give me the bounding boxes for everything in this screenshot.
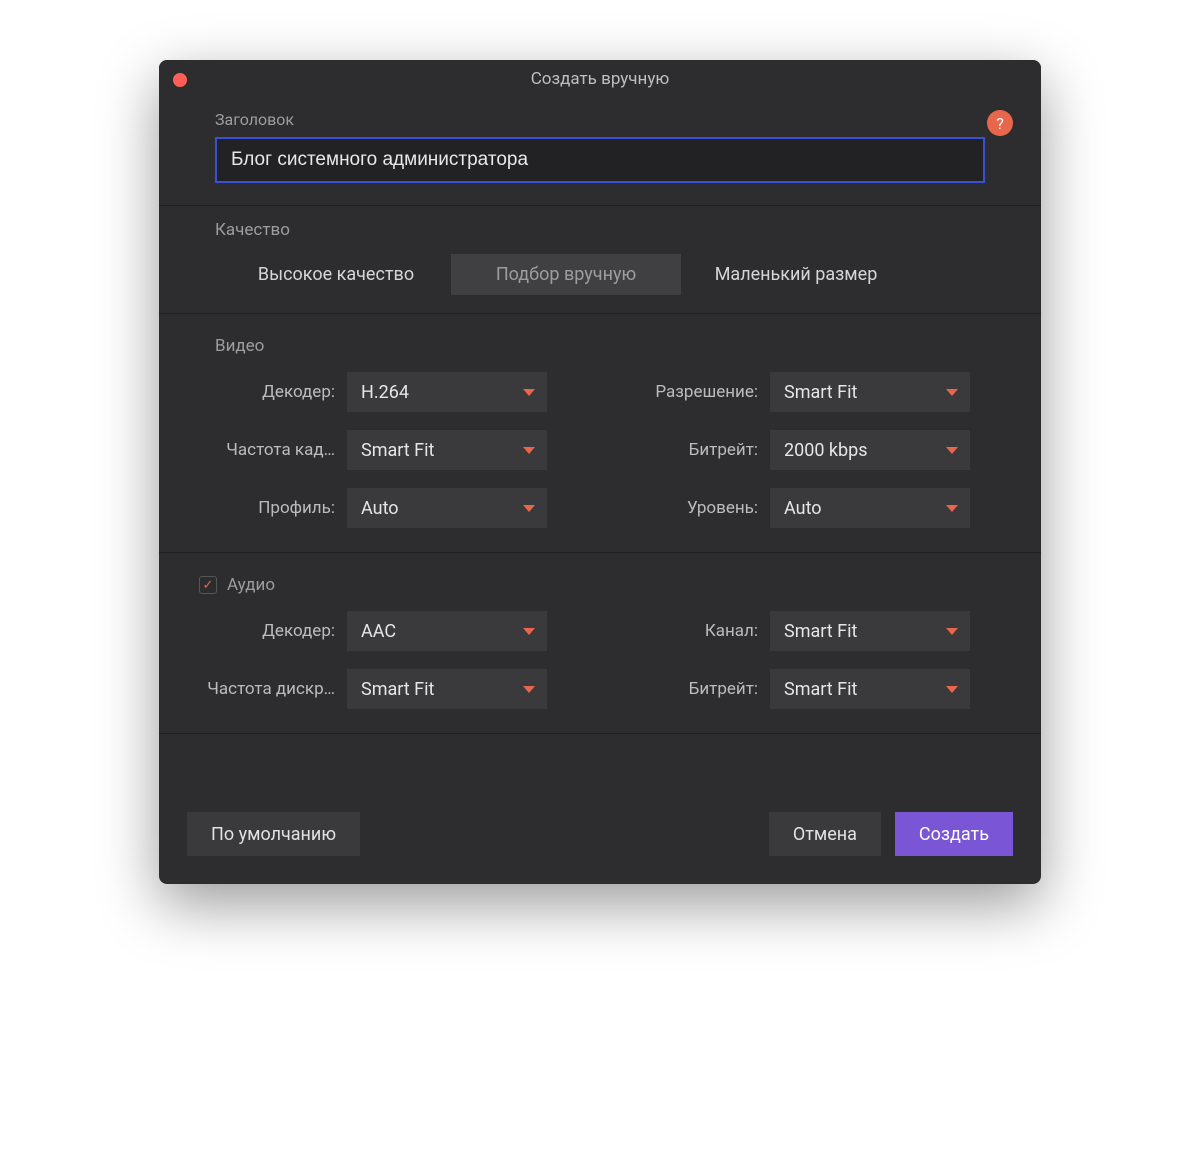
video-bitrate-dropdown[interactable]: 2000 kbps — [770, 430, 970, 470]
chevron-down-icon — [946, 389, 958, 396]
video-decoder-label: Декодер: — [197, 382, 347, 402]
audio-bitrate-value: Smart Fit — [784, 679, 857, 700]
audio-decoder-value: AAC — [361, 621, 396, 642]
audio-channel-label: Канал: — [620, 621, 770, 641]
audio-decoder-dropdown[interactable]: AAC — [347, 611, 547, 651]
audio-samplerate-label: Частота дискр… — [197, 679, 347, 699]
dialog-window: Создать вручную Заголовок ? Качество Выс… — [159, 60, 1041, 884]
video-level-dropdown[interactable]: Auto — [770, 488, 970, 528]
default-button[interactable]: По умолчанию — [187, 812, 360, 856]
audio-bitrate-dropdown[interactable]: Smart Fit — [770, 669, 970, 709]
video-resolution-value: Smart Fit — [784, 382, 857, 403]
chevron-down-icon — [946, 686, 958, 693]
header-section: Заголовок ? — [159, 98, 1041, 206]
title-label: Заголовок — [215, 110, 1003, 129]
window-title: Создать вручную — [531, 69, 670, 89]
quality-label: Качество — [197, 220, 1003, 240]
quality-option-small[interactable]: Маленький размер — [681, 254, 911, 295]
video-framerate-dropdown[interactable]: Smart Fit — [347, 430, 547, 470]
chevron-down-icon — [946, 628, 958, 635]
audio-bitrate-label: Битрейт: — [620, 679, 770, 699]
quality-section: Качество Высокое качество Подбор вручную… — [159, 206, 1041, 314]
chevron-down-icon — [946, 447, 958, 454]
audio-channel-dropdown[interactable]: Smart Fit — [770, 611, 970, 651]
help-icon: ? — [996, 114, 1004, 133]
audio-channel-value: Smart Fit — [784, 621, 857, 642]
video-profile-dropdown[interactable]: Auto — [347, 488, 547, 528]
video-bitrate-label: Битрейт: — [620, 440, 770, 460]
help-button[interactable]: ? — [987, 110, 1013, 136]
chevron-down-icon — [523, 389, 535, 396]
chevron-down-icon — [523, 505, 535, 512]
footer: По умолчанию Отмена Создать — [159, 734, 1041, 884]
video-label: Видео — [197, 336, 1003, 356]
audio-enabled-checkbox[interactable]: ✓ — [199, 576, 217, 594]
close-icon[interactable] — [173, 73, 187, 87]
chevron-down-icon — [946, 505, 958, 512]
audio-samplerate-dropdown[interactable]: Smart Fit — [347, 669, 547, 709]
video-profile-label: Профиль: — [197, 498, 347, 518]
cancel-button[interactable]: Отмена — [769, 812, 881, 856]
quality-option-manual[interactable]: Подбор вручную — [451, 254, 681, 295]
video-level-value: Auto — [784, 498, 822, 519]
chevron-down-icon — [523, 686, 535, 693]
video-bitrate-value: 2000 kbps — [784, 440, 868, 461]
chevron-down-icon — [523, 447, 535, 454]
chevron-down-icon — [523, 628, 535, 635]
title-input[interactable] — [215, 137, 985, 183]
video-resolution-dropdown[interactable]: Smart Fit — [770, 372, 970, 412]
video-decoder-value: H.264 — [361, 382, 409, 403]
quality-segmented: Высокое качество Подбор вручную Маленьки… — [197, 254, 1003, 295]
video-decoder-dropdown[interactable]: H.264 — [347, 372, 547, 412]
audio-section: ✓ Аудио Декодер: AAC Канал: Smart Fit Ча… — [159, 553, 1041, 734]
create-button[interactable]: Создать — [895, 812, 1013, 856]
video-profile-value: Auto — [361, 498, 399, 519]
video-framerate-label: Частота кад… — [197, 440, 347, 460]
video-section: Видео Декодер: H.264 Разрешение: Smart F… — [159, 314, 1041, 553]
quality-option-high[interactable]: Высокое качество — [221, 254, 451, 295]
video-resolution-label: Разрешение: — [620, 382, 770, 402]
titlebar: Создать вручную — [159, 60, 1041, 98]
video-level-label: Уровень: — [620, 498, 770, 518]
audio-decoder-label: Декодер: — [197, 621, 347, 641]
video-framerate-value: Smart Fit — [361, 440, 434, 461]
audio-label: Аудио — [227, 575, 275, 595]
audio-samplerate-value: Smart Fit — [361, 679, 434, 700]
